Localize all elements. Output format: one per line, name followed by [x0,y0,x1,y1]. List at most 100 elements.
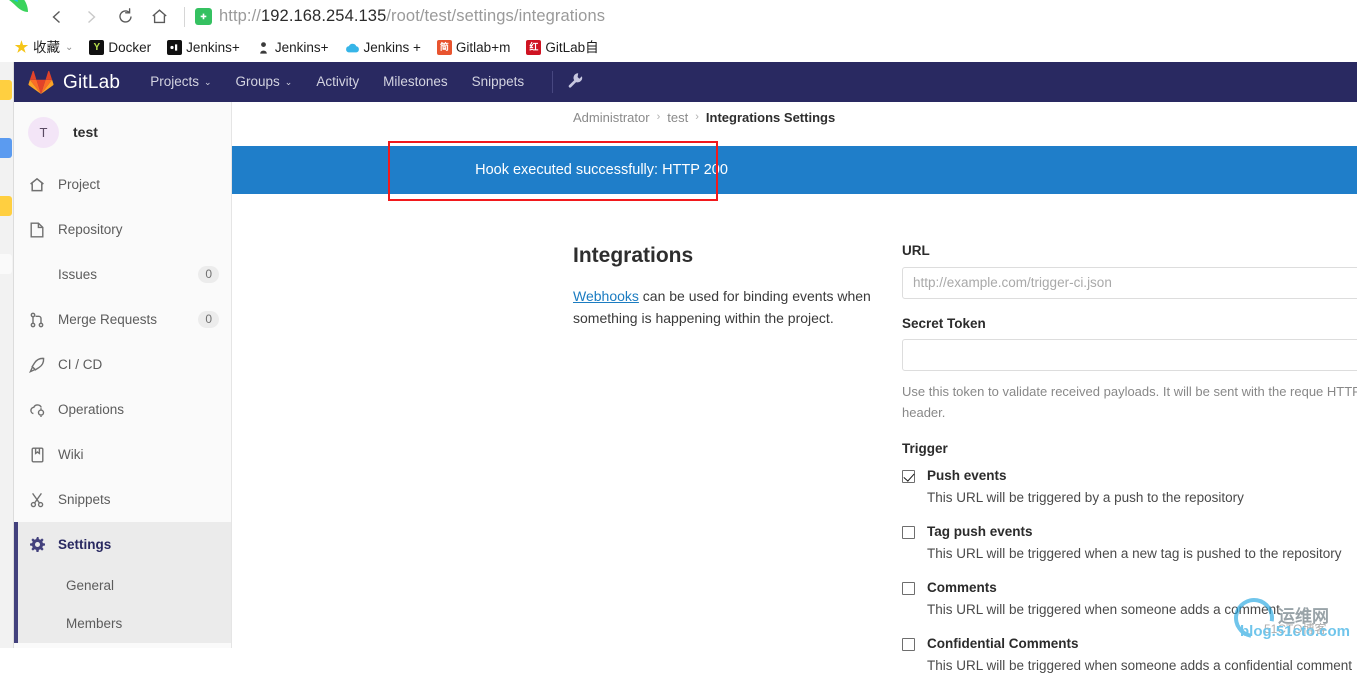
breadcrumb-project[interactable]: test [667,111,688,124]
gitlab-tanuki-icon[interactable] [28,70,54,94]
sidebar-item-label: Project [58,176,101,192]
cloud-icon [345,40,360,55]
bookmark-label: Jenkins+ [186,39,240,55]
top-navbar: GitLab Projects ⌄ Groups ⌄ Activity Mile… [14,62,1357,102]
breadcrumb-current: Integrations Settings [705,110,836,125]
sidebar-item-ci-cd[interactable]: CI / CD [14,342,231,387]
sidebar-item-label: Operations [58,401,125,417]
sidebar-item-merge-requests[interactable]: Merge Requests 0 [14,297,231,342]
secret-token-help: Use this token to validate received payl… [902,384,1357,420]
breadcrumb-separator-icon: › [656,111,661,123]
checkbox-push-events[interactable] [902,469,915,483]
trigger-tag-push-events[interactable]: Tag push events This URL will be trigger… [902,525,1357,561]
sidebar-subitem-general[interactable]: General [14,567,231,605]
nav-item-snippets[interactable]: Snippets [472,75,525,89]
sidebar-item-label: Wiki [58,446,84,462]
cloud-gear-icon [28,401,46,419]
bookmark-label: GitLab自 [545,39,599,55]
nav-label: Projects [150,74,199,90]
browser-side-panel-strip[interactable] [0,62,14,648]
docker-icon: Y [89,40,105,55]
nav-label: Snippets [471,74,525,90]
status-badge: 0 [198,310,219,329]
nav-item-groups[interactable]: Groups ⌄ [236,75,293,89]
nav-item-activity[interactable]: Activity [316,75,359,89]
star-icon: ★ [14,39,29,56]
nav-label: Groups [235,74,280,90]
trigger-title: Push events [927,467,1007,483]
trigger-title: Comments [927,579,997,595]
trigger-comments[interactable]: Comments This URL will be triggered when… [902,581,1357,617]
sidebar-item-settings[interactable]: Settings [14,522,231,567]
nav-label: Activity [316,74,360,90]
browser-toolbar: http://192.168.254.135/root/test/setting… [0,0,1357,33]
sidebar-item-label: Merge Requests [58,311,158,327]
chevron-down-icon: ⌄ [203,76,212,87]
sidebar-item-label: Repository [58,221,123,237]
address-bar[interactable]: http://192.168.254.135/root/test/setting… [219,8,605,25]
secret-token-input[interactable] [902,339,1357,371]
forward-button[interactable] [74,0,108,33]
url-input[interactable] [902,266,1357,299]
reload-button[interactable] [108,0,142,33]
nav-item-milestones[interactable]: Milestones [383,75,448,89]
bookmark-label: Jenkins + [363,39,421,55]
home-button[interactable] [142,0,176,33]
sidebar-item-label: Issues [58,266,98,282]
trigger-push-events[interactable]: Push events This URL will be triggered b… [902,469,1357,505]
sidebar-item-project[interactable]: Project [14,162,231,207]
secret-token-label: Secret Token [902,315,986,331]
nav-label: Milestones [383,74,448,90]
project-header[interactable]: T test [14,102,231,162]
merge-request-icon [28,311,46,329]
avatar: T [28,116,59,148]
project-name: test [73,124,98,140]
wrench-icon[interactable] [567,72,584,93]
breadcrumb-administrator[interactable]: Administrator [573,111,650,124]
bookmark-jenkins-1[interactable]: Jenkins+ [167,40,240,55]
trigger-label: Trigger [902,441,948,457]
sidebar-item-label: Snippets [58,491,111,507]
side-panel-icon-1[interactable] [0,80,12,100]
gitlab-app: GitLab Projects ⌄ Groups ⌄ Activity Mile… [14,62,1357,672]
sidebar-item-repository[interactable]: Repository [14,207,231,252]
checkbox-comments[interactable] [902,581,915,595]
jenkins-icon [167,40,183,55]
hong-icon: 红 [526,40,542,55]
nav-item-projects[interactable]: Projects ⌄ [150,75,211,89]
bookmark-jenkins-2[interactable]: Jenkins+ [256,40,329,55]
url-scheme: http:// [219,7,261,26]
side-panel-icon-4[interactable] [0,254,12,274]
gitlab-wordmark[interactable]: GitLab [63,73,120,92]
chevron-down-icon: ⌄ [65,41,74,53]
trigger-confidential-comments[interactable]: Confidential Comments This URL will be t… [902,637,1357,673]
webhooks-link[interactable]: Webhooks [573,288,639,304]
sidebar-subitem-members[interactable]: Members [14,605,231,643]
document-icon [28,221,46,239]
bookmarks-bar: ★ 收藏 ⌄ Y Docker Jenkins+ Jenkins+ Jenkin… [0,33,1357,62]
bookmark-jenkins-3[interactable]: Jenkins + [345,40,421,55]
sidebar-item-wiki[interactable]: Wiki [14,432,231,477]
trigger-description: This URL will be triggered when someone … [927,602,1280,618]
side-panel-icon-3[interactable] [0,196,12,216]
sidebar-item-snippets[interactable]: Snippets [14,477,231,522]
url-host: 192.168.254.135 [260,7,387,26]
bookmark-gitlab-zi[interactable]: 红 GitLab自 [526,39,599,55]
navbar-divider [552,71,554,93]
side-panel-icon-2[interactable] [0,138,12,158]
page-title: Integrations [573,244,694,267]
bookmark-docker[interactable]: Y Docker [89,40,151,55]
sidebar-item-operations[interactable]: Operations [14,387,231,432]
checkbox-confidential-comments[interactable] [902,637,915,651]
bookmark-label: 收藏 [33,39,60,55]
trigger-title: Confidential Comments [927,635,1079,651]
sidebar-item-issues[interactable]: Issues 0 [14,252,231,297]
checkbox-tag-push-events[interactable] [902,525,915,539]
back-button[interactable] [40,0,74,33]
bookmark-favorites[interactable]: ★ 收藏 ⌄ [14,39,74,56]
url-path: /root/test/settings/integrations [386,7,606,26]
flash-success-banner: Hook executed successfully: HTTP 200 [232,146,1357,194]
bookmark-gitlab-m[interactable]: 简 Gitlab+m [436,40,510,55]
integrations-description-column: Integrations Webhooks can be used for bi… [573,244,873,330]
browser-chrome: http://192.168.254.135/root/test/setting… [0,0,1357,62]
